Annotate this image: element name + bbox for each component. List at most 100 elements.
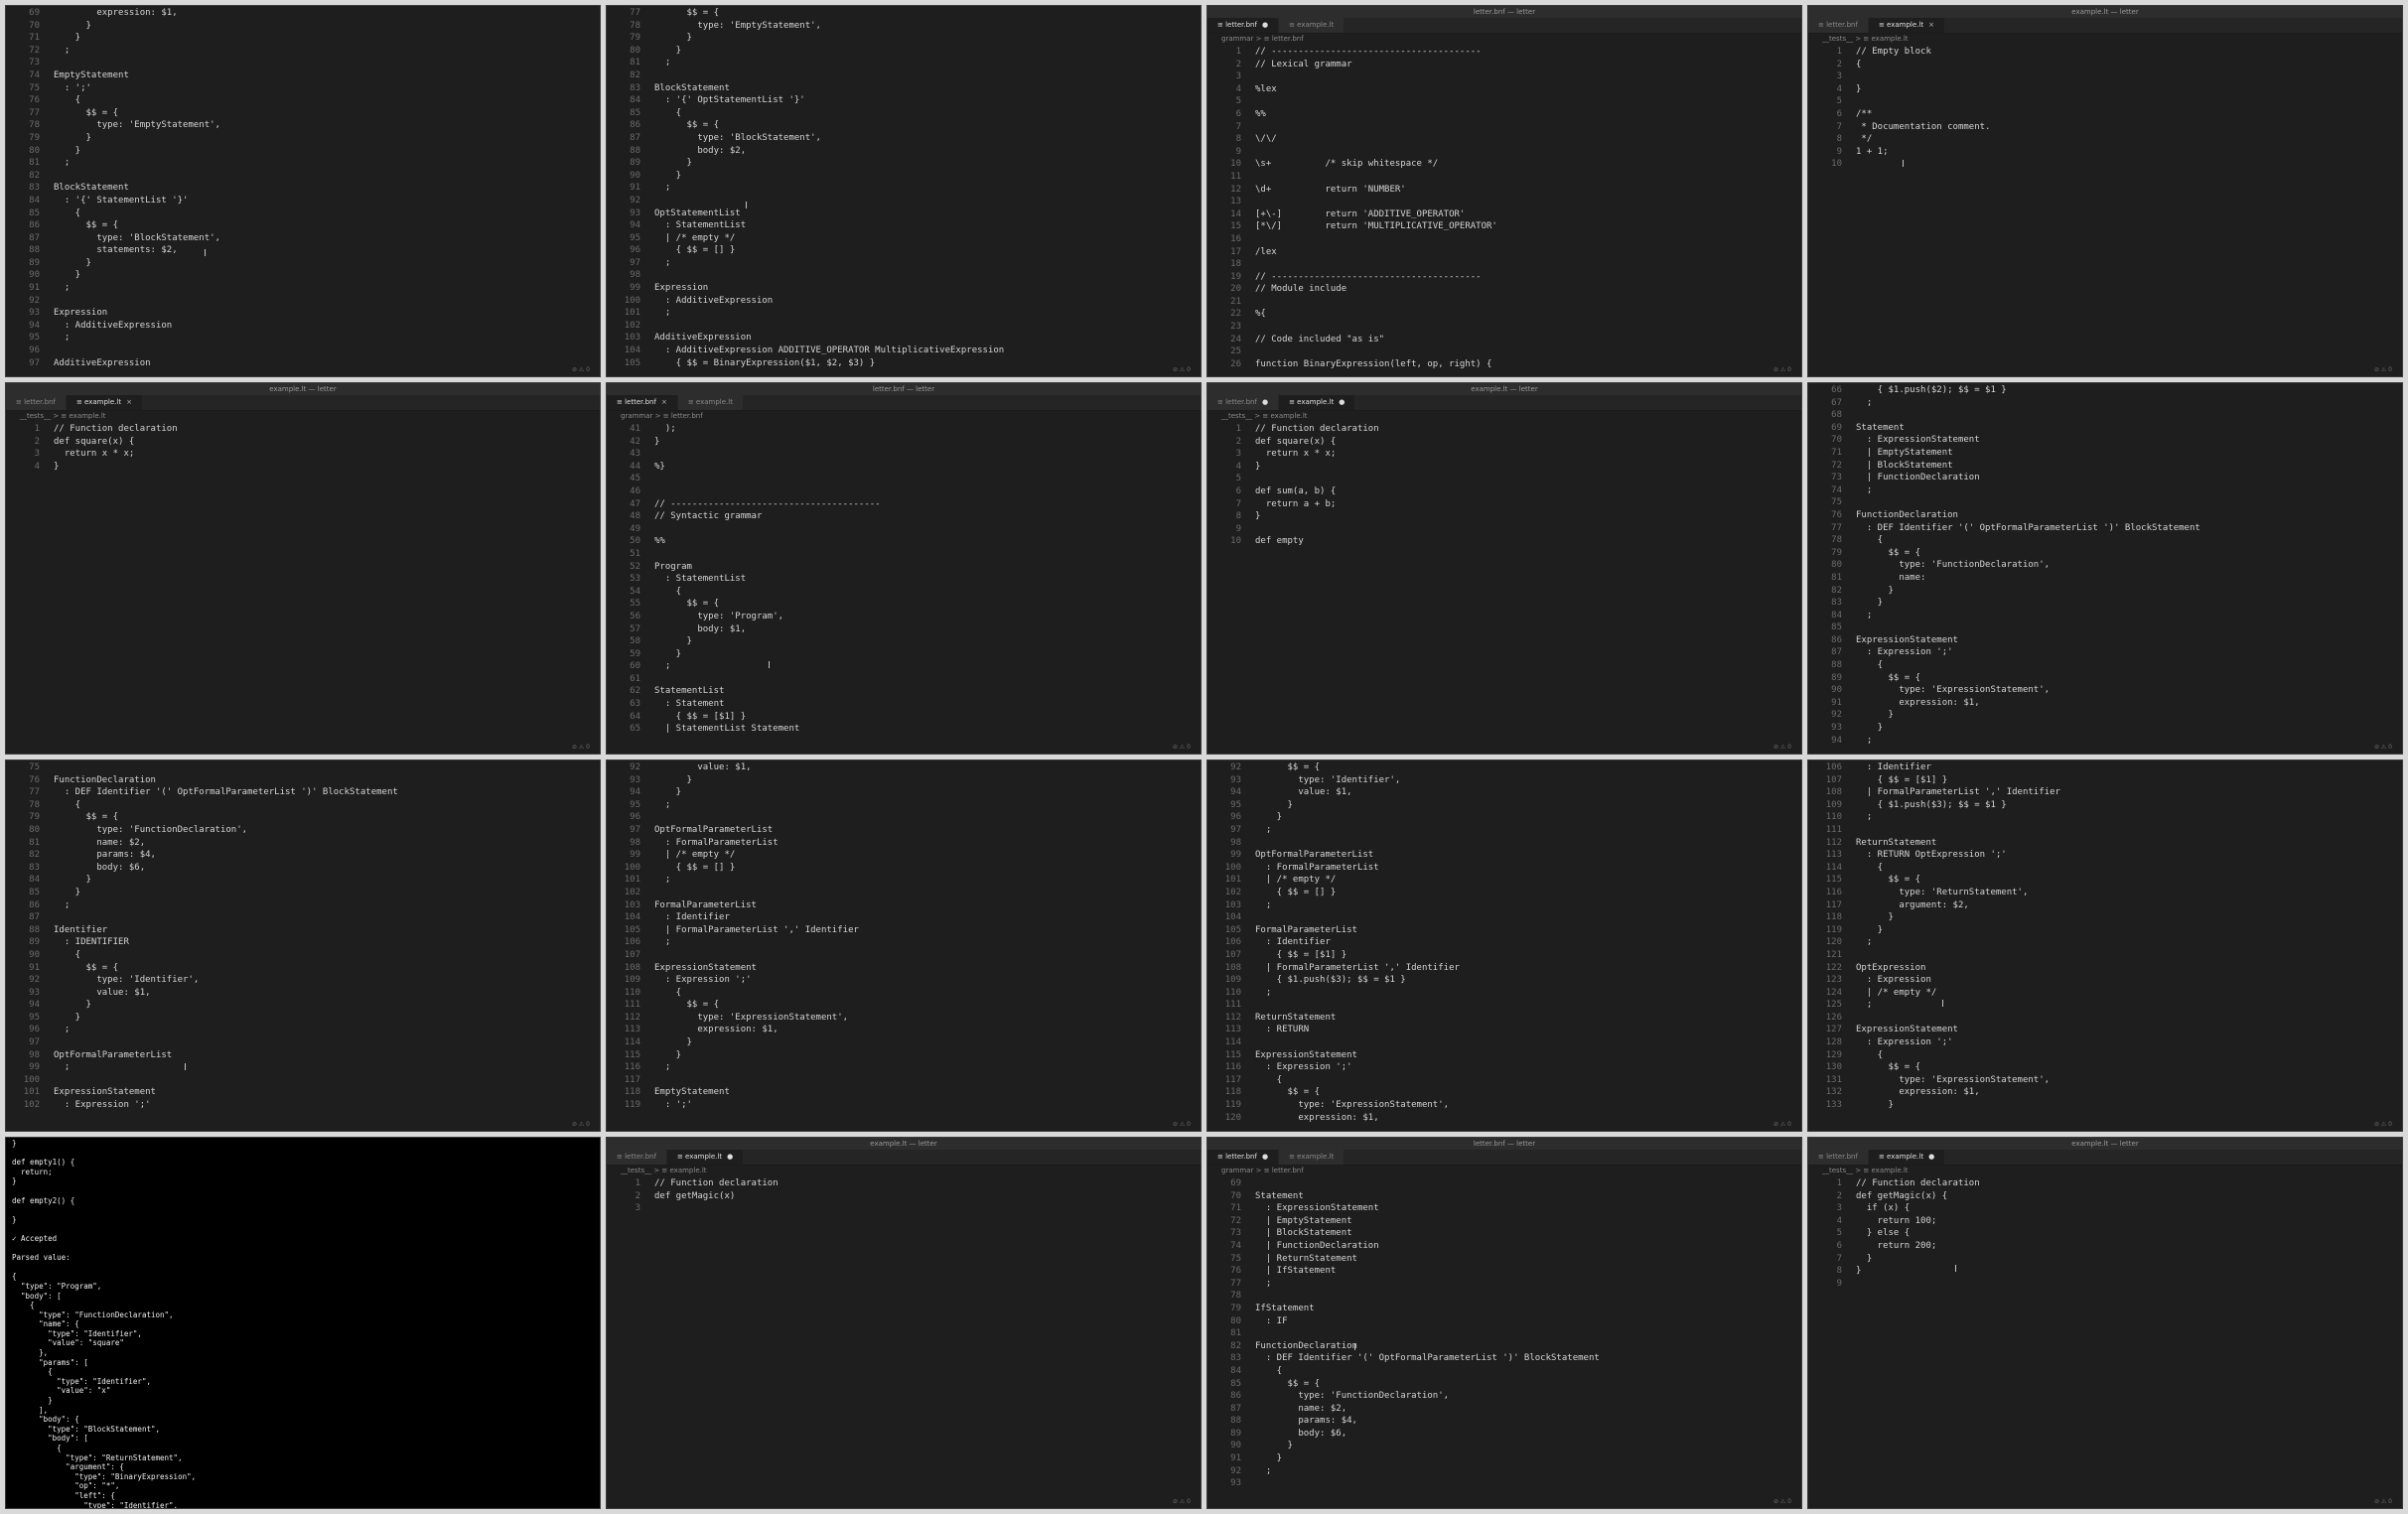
line-number: 112 — [1825, 837, 1842, 848]
editor-tab[interactable]: ≡ example.lt × — [66, 395, 143, 410]
editor-tab[interactable]: ≡ example.lt — [1279, 18, 1346, 33]
code-text: %} — [654, 461, 665, 472]
code-line: 42} — [607, 436, 1201, 449]
code-line: 3 if (x) { — [1808, 1202, 2402, 1215]
breadcrumb[interactable]: grammar > ≡ letter.bnf — [1207, 34, 1801, 45]
close-icon[interactable]: × — [126, 398, 132, 406]
code-text: type: 'Program', — [654, 611, 784, 621]
status-indicator: ⊘ ⚠ 0 — [2373, 366, 2392, 373]
line-number: 82 — [1831, 585, 1842, 596]
code-editor[interactable]: 1 // Function declaration 2 def square(x) {… — [1207, 422, 1801, 548]
code-editor[interactable]: 106 : Identifier 107 { $$ = [$1] } 108 | F… — [1808, 760, 2402, 1112]
editor-tab[interactable]: ≡ example.lt × — [1868, 18, 1945, 33]
editor-tab[interactable]: ≡ letter.bnf — [1808, 1150, 1869, 1165]
tab-label: ≡ letter.bnf — [1818, 21, 1858, 29]
code-line: 96 — [6, 344, 600, 357]
line-number: 80 — [1831, 560, 1842, 571]
code-text: : StatementList — [654, 220, 747, 231]
code-text: $$ = { — [1856, 875, 1921, 886]
code-editor[interactable]: 75 76 FunctionDeclaration 77 : DEF Identifi… — [6, 760, 600, 1112]
editor-tab[interactable]: ≡ letter.bnf — [6, 395, 67, 410]
code-text: ReturnStatement — [1856, 837, 1937, 848]
line-number: 86 — [29, 220, 40, 231]
code-editor[interactable]: 69 70 Statement 71 : ExpressionStatement 72 … — [1207, 1176, 1801, 1490]
window-title: example.lt — letter — [1808, 1138, 2402, 1150]
code-line: 111 — [1207, 999, 1801, 1012]
code-editor[interactable]: 1 // ------------------------------------… — [1207, 45, 1801, 370]
code-text: : AdditiveExpression — [654, 295, 774, 306]
editor-tab[interactable]: ≡ letter.bnf ● — [1207, 18, 1280, 33]
editor-tab[interactable]: ≡ letter.bnf — [1808, 18, 1869, 33]
editor-tab[interactable]: ≡ example.lt — [677, 395, 744, 410]
editor-tab[interactable]: ≡ example.lt ● — [666, 1150, 745, 1165]
line-number: 1 — [635, 1178, 640, 1188]
code-text: \d+ return 'NUMBER' — [1255, 184, 1406, 195]
code-line: 60 ; — [607, 660, 1201, 673]
code-editor[interactable]: 92 $$ = {93 type: 'Identifier', 94 value:… — [1207, 760, 1801, 1124]
breadcrumb[interactable]: grammar > ≡ letter.bnf — [607, 411, 1201, 422]
breadcrumb[interactable]: __tests__ > ≡ example.lt — [1808, 34, 2402, 45]
line-number: 112 — [624, 1012, 640, 1023]
line-number: 95 — [29, 333, 40, 344]
breadcrumb[interactable]: __tests__ > ≡ example.lt — [6, 411, 600, 422]
line-number: 92 — [1230, 1465, 1241, 1476]
code-text: }, — [12, 1348, 49, 1358]
code-line: 83 } — [1808, 597, 2402, 610]
code-text: expression: $1, — [1856, 1087, 1980, 1098]
code-text: | ReturnStatement — [1255, 1253, 1357, 1264]
code-editor[interactable]: 1 // Function declaration 2 def square(x) {… — [6, 422, 600, 473]
code-editor[interactable]: 1// Empty block 2{3 4} 5 6/** 7 * Documentati… — [1808, 45, 2402, 171]
code-line: 3 — [1207, 70, 1801, 83]
editor-tab[interactable]: ≡ example.lt ● — [1868, 1150, 1946, 1165]
code-editor[interactable]: 92 value: $1, 93 } 94 } 95 ; 96 97 OptFormalPa… — [607, 760, 1201, 1112]
line-number: 97 — [1230, 824, 1241, 835]
code-text: } — [54, 461, 60, 472]
code-text: ; — [54, 45, 71, 56]
editor-tab[interactable]: ≡ letter.bnf — [607, 1150, 667, 1165]
code-line: 94 } — [607, 786, 1201, 799]
breadcrumb[interactable]: __tests__ > ≡ example.lt — [1207, 411, 1801, 422]
code-line: 80 type: 'FunctionDeclaration', — [6, 824, 600, 837]
line-number: 105 — [1224, 924, 1241, 935]
line-number: 104 — [1224, 912, 1241, 923]
terminal-output[interactable]: } def empty1() { return;} def empty2() {} ✓… — [6, 1138, 600, 1508]
code-line: 97 ; — [1207, 824, 1801, 837]
line-number: 1 — [1235, 47, 1241, 57]
code-text: } — [54, 145, 81, 156]
breadcrumb[interactable]: grammar > ≡ letter.bnf — [1207, 1166, 1801, 1176]
editor-tab[interactable]: ≡ example.lt — [1279, 1150, 1346, 1165]
code-editor[interactable]: 1 // Function declaration 2 def getMagic(x)… — [607, 1176, 1201, 1215]
code-text: type: 'ReturnStatement', — [1856, 887, 2029, 897]
code-editor[interactable]: 66 { $1.push($2); $$ = $1 } 67 ; 68 69 State… — [1808, 383, 2402, 747]
line-number: 116 — [1224, 1062, 1241, 1073]
code-text: // Lexical grammar — [1255, 59, 1352, 69]
unsaved-dot-icon: ● — [1928, 1153, 1935, 1161]
code-line: 79 } — [6, 132, 600, 145]
breadcrumb[interactable]: __tests__ > ≡ example.lt — [1808, 1166, 2402, 1176]
breadcrumb[interactable]: __tests__ > ≡ example.lt — [607, 1166, 1201, 1176]
code-line: 86 ExpressionStatement — [1808, 634, 2402, 647]
editor-tab[interactable]: ≡ example.lt ● — [1279, 395, 1356, 410]
code-line: 4} — [1808, 83, 2402, 96]
code-editor[interactable]: 77 $$ = {78 type: 'EmptyStatement', 79 } 8… — [607, 6, 1201, 369]
line-number: 111 — [1224, 1000, 1241, 1011]
code-text: : IF — [1255, 1315, 1293, 1326]
editor-tab[interactable]: ≡ letter.bnf ● — [1207, 1150, 1280, 1165]
line-number: 79 — [29, 132, 40, 143]
code-text: def empty — [1255, 536, 1304, 547]
code-line: 101 ; — [607, 874, 1201, 887]
code-line: 96 } — [1207, 811, 1801, 824]
line-number: 57 — [630, 623, 640, 634]
close-icon[interactable]: × — [1928, 21, 1934, 29]
code-editor[interactable]: 1 // Function declaration 2 def getMagic(x)… — [1808, 1176, 2402, 1290]
line-number: 53 — [630, 574, 640, 585]
line-number: 6 — [1836, 108, 1842, 119]
editor-tab[interactable]: ≡ letter.bnf ● — [1207, 395, 1280, 410]
code-text: /lex — [1255, 246, 1277, 257]
close-icon[interactable]: × — [661, 398, 667, 406]
code-text: : RETURN OptExpression ';' — [1856, 850, 2007, 861]
code-editor[interactable]: 69 expression: $1, 70 } 71 } 72 ; 73 74 EmptyS… — [6, 6, 600, 369]
editor-tab[interactable]: ≡ letter.bnf × — [607, 395, 678, 410]
code-editor[interactable]: 41 ); 42} 43 44%} 45 46 47// -----------------… — [607, 422, 1201, 736]
code-text: } — [54, 875, 91, 886]
